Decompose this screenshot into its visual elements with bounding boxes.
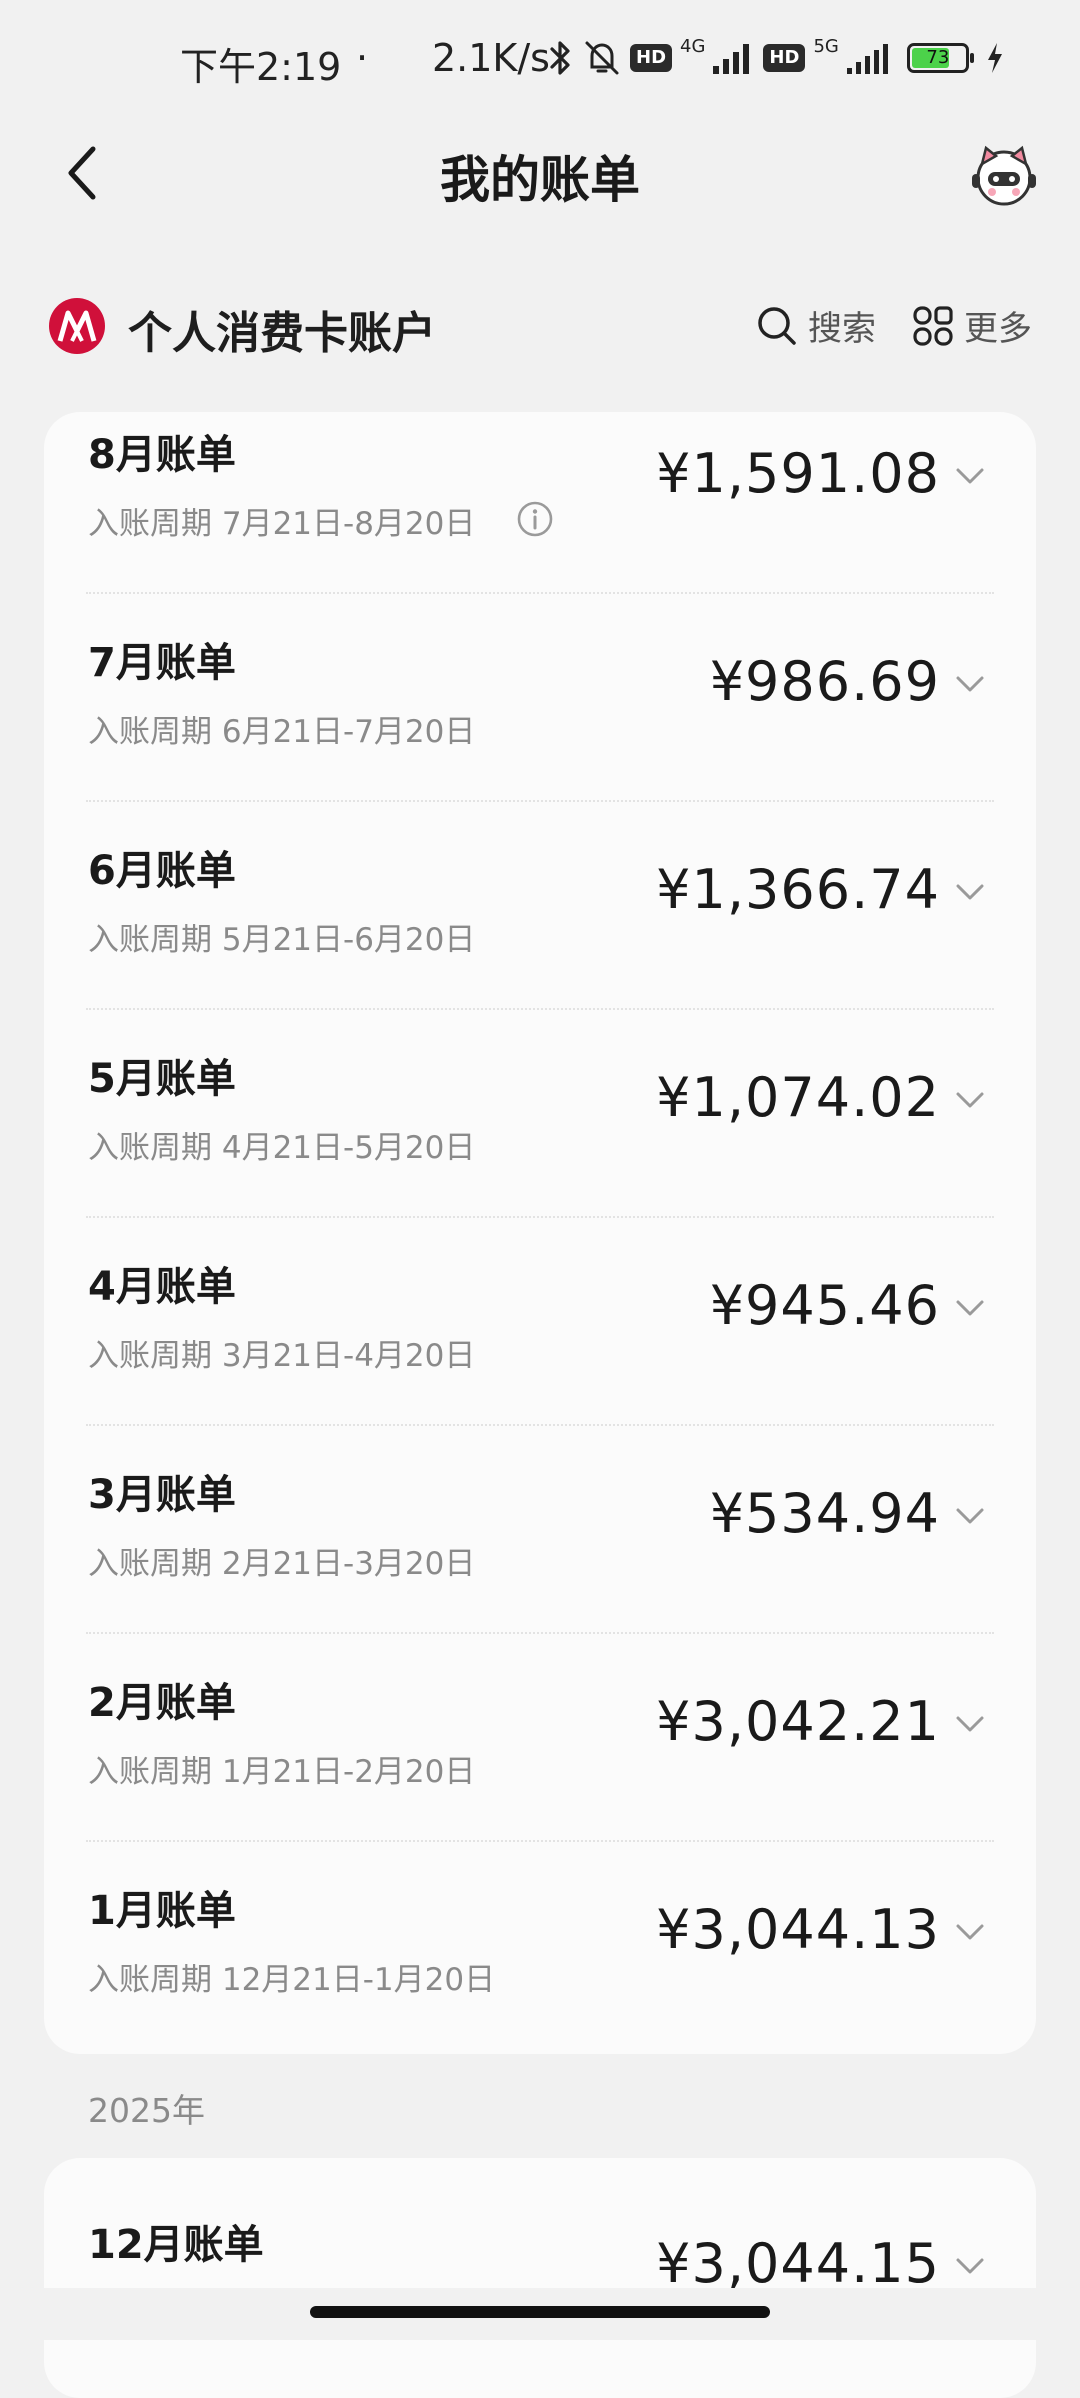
header: 我的账单 bbox=[0, 120, 1080, 230]
grid-more-icon bbox=[913, 305, 953, 346]
signal-icon-1 bbox=[713, 44, 750, 74]
bill-month: 12月账单 bbox=[88, 2222, 264, 2268]
bank-logo-icon bbox=[49, 298, 105, 354]
bill-row[interactable]: 2月账单入账周期 1月21日-2月20日 ¥3,042.21 bbox=[44, 1670, 1036, 1878]
battery-icon: 73 bbox=[906, 43, 974, 73]
bill-row[interactable]: 7月账单入账周期 6月21日-7月20日 ¥986.69 bbox=[44, 630, 1036, 838]
bill-period: 入账周期 12月21日-1月20日 bbox=[88, 1962, 496, 1998]
battery-percent: 73 bbox=[926, 47, 950, 68]
bill-amount: ¥3,044.15 bbox=[656, 2232, 940, 2295]
bill-month: 2月账单 bbox=[88, 1680, 236, 1726]
account-row: 个人消费卡账户 搜索 更多 bbox=[0, 285, 1080, 365]
network-type-1: 4G bbox=[680, 35, 706, 57]
chevron-down-icon bbox=[956, 468, 984, 484]
chevron-down-icon bbox=[956, 1300, 984, 1316]
row-divider bbox=[86, 800, 994, 802]
status-icons: HD 4G HD 5G 73 bbox=[548, 35, 1005, 78]
chevron-down-icon bbox=[956, 1508, 984, 1524]
bill-amount: ¥534.94 bbox=[709, 1482, 940, 1545]
bill-period: 入账周期 2月21日-3月20日 bbox=[88, 1546, 476, 1582]
bill-amount: ¥3,042.21 bbox=[656, 1690, 940, 1753]
status-separator-dot: · bbox=[356, 36, 369, 80]
charging-icon bbox=[987, 43, 1002, 73]
bill-month: 4月账单 bbox=[88, 1264, 236, 1310]
hd-badge-2: HD bbox=[763, 44, 806, 72]
bill-month: 7月账单 bbox=[88, 640, 236, 686]
search-button[interactable]: 搜索 bbox=[756, 301, 876, 350]
bill-month: 1月账单 bbox=[88, 1888, 236, 1934]
bill-amount: ¥945.46 bbox=[709, 1274, 940, 1337]
bill-month: 8月账单 bbox=[88, 432, 236, 478]
bill-month: 6月账单 bbox=[88, 848, 236, 894]
bill-row[interactable]: 4月账单入账周期 3月21日-4月20日 ¥945.46 bbox=[44, 1254, 1036, 1462]
bill-row[interactable]: 6月账单入账周期 5月21日-6月20日 ¥1,366.74 bbox=[44, 838, 1036, 1046]
bill-period: 入账周期 5月21日-6月20日 bbox=[88, 922, 476, 958]
home-indicator[interactable] bbox=[310, 2306, 770, 2318]
bills-card-2025: 12月账单入账周期 11月21日-12月20日¥3,044.15 bbox=[44, 2158, 1036, 2398]
search-label: 搜索 bbox=[808, 309, 876, 349]
chevron-down-icon bbox=[956, 1924, 984, 1940]
row-divider bbox=[86, 592, 994, 594]
search-icon bbox=[758, 306, 796, 345]
mute-bell-icon bbox=[585, 41, 619, 75]
bill-period: 入账周期 3月21日-4月20日 bbox=[88, 1338, 476, 1374]
row-divider bbox=[86, 1840, 994, 1842]
page-title: 我的账单 bbox=[440, 151, 640, 209]
bill-row[interactable]: 3月账单入账周期 2月21日-3月20日 ¥534.94 bbox=[44, 1462, 1036, 1670]
chevron-down-icon bbox=[956, 884, 984, 900]
signal-icon-2 bbox=[846, 44, 888, 74]
info-icon[interactable] bbox=[516, 500, 554, 538]
bill-period: 入账周期 4月21日-5月20日 bbox=[88, 1130, 476, 1166]
bills-card: 8月账单入账周期 7月21日-8月20日 ¥1,591.08 7月账单入账周期 6月… bbox=[44, 412, 1036, 2054]
network-speed: 2.1K/s bbox=[432, 36, 550, 80]
mascot-assistant-icon[interactable] bbox=[968, 140, 1040, 212]
status-time: 下午2:19 bbox=[180, 45, 342, 89]
hd-badge-1: HD bbox=[630, 44, 673, 72]
status-bar: 下午2:19 · 2.1K/s HD 4G HD 5G 73 bbox=[0, 0, 1080, 120]
bill-period: 入账周期 6月21日-7月20日 bbox=[88, 714, 476, 750]
account-name[interactable]: 个人消费卡账户 bbox=[128, 297, 436, 361]
bill-row[interactable]: 1月账单入账周期 12月21日-1月20日 ¥3,044.13 bbox=[44, 1878, 1036, 2054]
bill-period: 入账周期 7月21日-8月20日 bbox=[88, 506, 476, 542]
bill-amount: ¥1,591.08 bbox=[656, 442, 940, 505]
bill-amount: ¥3,044.13 bbox=[656, 1898, 940, 1961]
bill-row[interactable]: 8月账单入账周期 7月21日-8月20日 ¥1,591.08 bbox=[44, 422, 1036, 630]
bluetooth-icon bbox=[550, 41, 570, 75]
bill-period: 入账周期 1月21日-2月20日 bbox=[88, 1754, 476, 1790]
row-divider bbox=[86, 1008, 994, 1010]
bill-month: 5月账单 bbox=[88, 1056, 236, 1102]
row-divider bbox=[86, 1632, 994, 1634]
more-button[interactable]: 更多 bbox=[912, 301, 1032, 350]
row-divider bbox=[86, 1424, 994, 1426]
network-type-2: 5G bbox=[813, 35, 839, 57]
bill-row[interactable]: 5月账单入账周期 4月21日-5月20日 ¥1,074.02 bbox=[44, 1046, 1036, 1254]
bill-amount: ¥1,366.74 bbox=[656, 858, 940, 921]
bill-amount: ¥1,074.02 bbox=[656, 1066, 940, 1129]
bill-amount: ¥986.69 bbox=[709, 650, 940, 713]
chevron-down-icon bbox=[956, 676, 984, 692]
chevron-down-icon bbox=[956, 1716, 984, 1732]
row-divider bbox=[86, 1216, 994, 1218]
chevron-down-icon bbox=[956, 1092, 984, 1108]
year-group-label: 2025年 bbox=[88, 2091, 205, 2130]
bill-month: 3月账单 bbox=[88, 1472, 236, 1518]
chevron-down-icon bbox=[956, 2258, 984, 2274]
more-label: 更多 bbox=[964, 309, 1032, 349]
